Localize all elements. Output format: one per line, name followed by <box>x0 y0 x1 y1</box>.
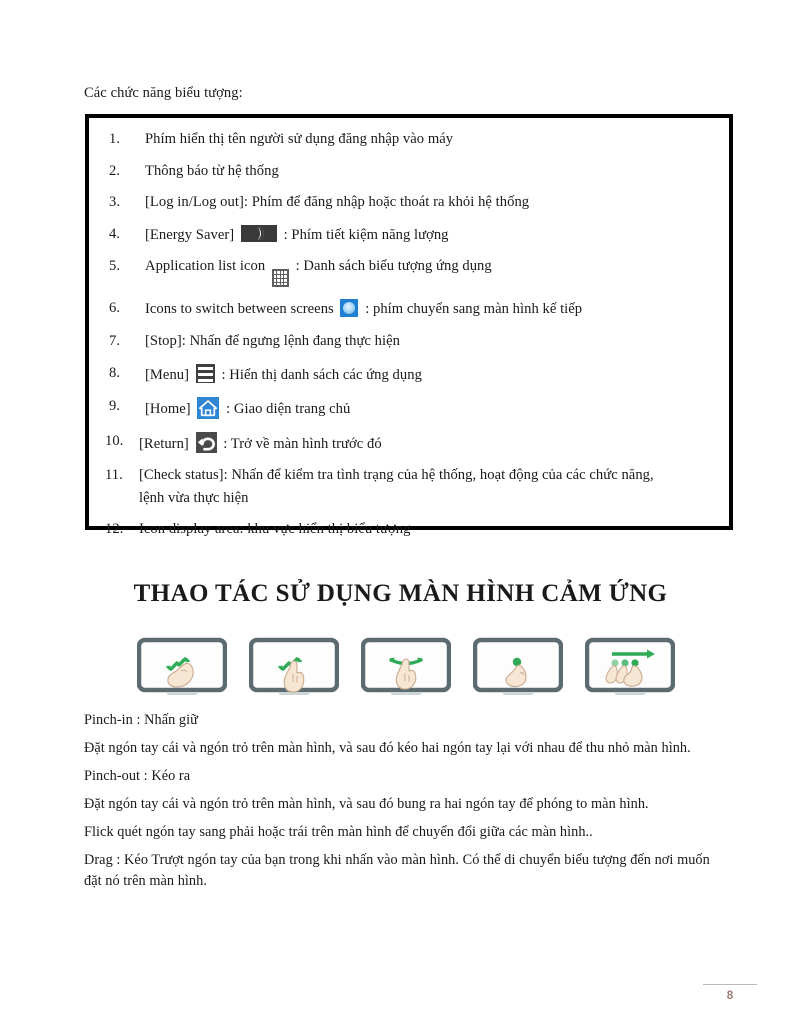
home-icon <box>197 397 220 420</box>
list-item: [Energy Saver] : Phím tiết kiệm năng lượ… <box>103 224 715 246</box>
document-page: Các chức năng biểu tượng: Phím hiển thị … <box>0 0 801 1024</box>
drag-figure <box>585 637 675 699</box>
list-item-text: [Check status]: Nhấn để kiểm tra tình tr… <box>139 467 654 484</box>
moon-icon <box>240 224 277 242</box>
paragraph: Đặt ngón tay cái và ngón trỏ trên màn hì… <box>84 740 691 757</box>
list-item-label-after: : phím chuyển sang màn hình kế tiếp <box>365 301 583 318</box>
paragraph: Drag : Kéo Trượt ngón tay của bạn trong … <box>84 852 710 890</box>
list-item: Icons to switch between screens : phím c… <box>103 299 715 320</box>
list-item: [Menu] : Hiển thị danh sách các ứng dụng <box>103 363 715 386</box>
page-number: 8 <box>726 990 734 1002</box>
intro-line: Các chức năng biểu tượng: <box>84 85 243 101</box>
list-item-text: [Stop]: Nhấn để ngưng lệnh đang thực hiệ… <box>145 332 400 349</box>
app-grid-icon <box>271 269 289 288</box>
list-item-text-line2: lệnh vừa thực hiện <box>139 489 249 506</box>
list-item: Phím hiển thị tên người sử dụng đăng nhậ… <box>103 130 715 150</box>
list-item: Icon display area: khu vực hiển thị biểu… <box>103 520 715 540</box>
list-item-label-after: : Phím tiết kiệm năng lượng <box>283 226 449 243</box>
hamburger-menu-icon <box>195 363 215 383</box>
list-item: [Return] : Trở về màn hình trước đó <box>103 431 715 455</box>
list-item-label-before: Application list icon <box>145 258 266 275</box>
icon-functions-box-inner: Phím hiển thị tên người sử dụng đăng nhậ… <box>88 117 730 539</box>
icon-functions-list: Phím hiển thị tên người sử dụng đăng nhậ… <box>103 130 715 540</box>
list-item-text: Phím hiển thị tên người sử dụng đăng nhậ… <box>145 131 454 147</box>
paragraph: Đặt ngón tay cái và ngón trỏ trên màn hì… <box>84 796 649 813</box>
pinch-out-figure <box>249 637 339 699</box>
list-item-label-before: [Return] <box>139 435 189 452</box>
list-item: [Home] : Giao diện trang chủ <box>103 397 715 420</box>
paragraph: Flick quét ngón tay sang phải hoặc trái … <box>84 824 593 841</box>
tap-figure <box>473 637 563 699</box>
list-item: Thông báo từ hệ thống <box>103 162 715 182</box>
gesture-descriptions: Pinch-in : Nhấn giữ Đặt ngón tay cái và … <box>84 710 720 892</box>
pinch-in-figure <box>137 637 227 699</box>
paragraph: Pinch-out : Kéo ra <box>84 768 191 785</box>
list-item-label-after: : Giao diện trang chủ <box>226 401 351 418</box>
list-item: [Check status]: Nhấn để kiểm tra tình tr… <box>103 466 715 508</box>
list-item-label-before: [Menu] <box>145 366 190 383</box>
list-item-label-after: : Hiển thị danh sách các ứng dụng <box>221 366 422 383</box>
screen-switch-icon <box>340 299 359 318</box>
gesture-figure-row <box>137 637 675 699</box>
list-item-label-before: [Energy Saver] <box>145 226 235 243</box>
list-item-text: Thông báo từ hệ thống <box>145 162 279 179</box>
list-item-label-after: : Trở về màn hình trước đó <box>223 435 382 452</box>
icon-functions-box: Phím hiển thị tên người sử dụng đăng nhậ… <box>85 114 733 539</box>
list-item: [Log in/Log out]: Phím để đăng nhập hoặc… <box>103 193 715 213</box>
list-item-label-before: [Home] <box>145 401 191 418</box>
list-item-text: [Log in/Log out]: Phím để đăng nhập hoặc… <box>145 194 530 211</box>
return-arrow-icon <box>195 431 217 453</box>
footer-rule <box>703 984 757 985</box>
list-item-label-before: Icons to switch between screens <box>145 301 334 318</box>
flick-figure <box>361 637 451 699</box>
list-item: [Stop]: Nhấn để ngưng lệnh đang thực hiệ… <box>103 332 715 352</box>
paragraph: Pinch-in : Nhấn giữ <box>84 712 198 728</box>
list-item-label-after: : Danh sách biểu tượng ứng dụng <box>295 258 492 275</box>
list-item-text: Icon display area: khu vực hiển thị biểu… <box>139 521 411 538</box>
section-heading: THAO TÁC SỬ DỤNG MÀN HÌNH CẢM ỨNG <box>133 580 668 607</box>
list-item: Application list icon : Danh sách biểu t… <box>103 257 715 288</box>
page-footer: 8 <box>703 984 757 1002</box>
